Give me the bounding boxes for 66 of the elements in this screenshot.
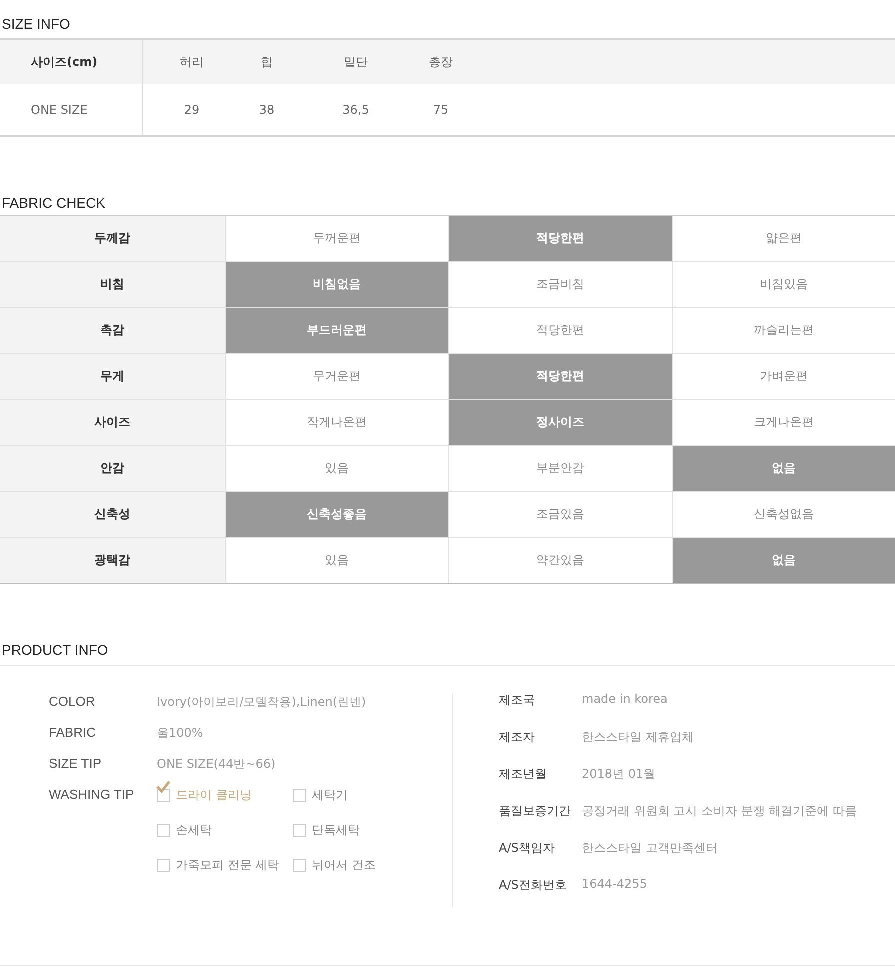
option-cell: 있음 xyxy=(225,538,448,583)
info-value: made in korea xyxy=(582,692,668,706)
info-label: WASHING TIP xyxy=(49,787,136,802)
option-cell: 있음 xyxy=(225,446,448,491)
column-header: 총장 xyxy=(428,54,454,70)
info-value: 2018년 01월 xyxy=(582,766,656,783)
table-cell: ONE SIZE xyxy=(0,84,143,135)
washing-option: 가죽모피 전문 세탁 xyxy=(176,857,280,874)
option-cell: 가벼운편 xyxy=(672,354,895,399)
info-value: ONE SIZE(44반~66) xyxy=(157,756,276,773)
info-label: 품질보증기간 xyxy=(499,803,572,820)
row-label: 촉감 xyxy=(0,308,225,353)
column-header: 사이즈(cm) xyxy=(0,40,143,84)
info-label: 제조년월 xyxy=(499,766,548,783)
section-title: FABRIC CHECK xyxy=(1,194,106,213)
option-cell: 적당한편 xyxy=(448,308,672,353)
washing-option: 세탁기 xyxy=(312,787,348,804)
info-value: 공정거래 위원회 고시 소비자 분쟁 해결기준에 따름 xyxy=(582,803,857,820)
section-title: SIZE INFO xyxy=(1,15,72,34)
option-cell: 없음 xyxy=(672,446,895,491)
option-cell: 신축성없음 xyxy=(672,492,895,537)
washing-option: 드라이 클리닝 xyxy=(176,787,252,804)
option-cell: 비침없음 xyxy=(225,262,448,307)
row-label: 비침 xyxy=(0,262,225,307)
option-cell: 적당한편 xyxy=(448,354,672,399)
info-value: 1644-4255 xyxy=(582,877,648,891)
info-label: A/S전화번호 xyxy=(499,877,568,894)
info-value: 울100% xyxy=(157,725,204,742)
option-cell: 적당한편 xyxy=(448,216,672,261)
washing-option: 손세탁 xyxy=(176,822,212,839)
info-label: A/S책임자 xyxy=(499,840,556,857)
section-title: PRODUCT INFO xyxy=(0,639,895,666)
option-cell: 신축성좋음 xyxy=(225,492,448,537)
info-label: SIZE TIP xyxy=(49,756,102,771)
option-cell: 크게나온편 xyxy=(672,400,895,445)
row-label: 사이즈 xyxy=(0,400,225,445)
option-cell: 비침있음 xyxy=(672,262,895,307)
table-cell-text: 29 xyxy=(183,102,201,118)
info-label: 제조자 xyxy=(499,729,536,746)
row-label: 신축성 xyxy=(0,492,225,537)
info-label: COLOR xyxy=(49,694,96,709)
table-cell-text: 36,5 xyxy=(342,102,370,118)
info-value: 한스스타일 고객만족센터 xyxy=(582,840,718,857)
option-cell: 얇은편 xyxy=(672,216,895,261)
row-label: 광택감 xyxy=(0,538,225,583)
option-cell: 조금있음 xyxy=(448,492,672,537)
column-header: 힙 xyxy=(260,54,274,70)
row-label: 안감 xyxy=(0,446,225,491)
row-label: 무게 xyxy=(0,354,225,399)
option-cell: 조금비침 xyxy=(448,262,672,307)
washing-option: 뉘어서 건조 xyxy=(312,857,376,874)
option-cell: 정사이즈 xyxy=(448,400,672,445)
column-header: 밑단 xyxy=(343,54,369,70)
info-value: Ivory(아이보리/모델착용),Linen(린넨) xyxy=(157,694,366,711)
table-cell-text: 75 xyxy=(432,102,450,118)
row-label: 두께감 xyxy=(0,216,225,261)
info-label: FABRIC xyxy=(49,725,97,740)
info-label: 제조국 xyxy=(499,692,536,709)
table-cell-text: 38 xyxy=(258,102,276,118)
column-header: 허리 xyxy=(179,54,205,70)
checkmark-icon xyxy=(156,780,171,794)
washing-option: 단독세탁 xyxy=(312,822,360,839)
option-cell: 없음 xyxy=(672,538,895,583)
info-value: 한스스타일 제휴업체 xyxy=(582,729,694,746)
option-cell: 까슬리는편 xyxy=(672,308,895,353)
option-cell: 부드러운편 xyxy=(225,308,448,353)
